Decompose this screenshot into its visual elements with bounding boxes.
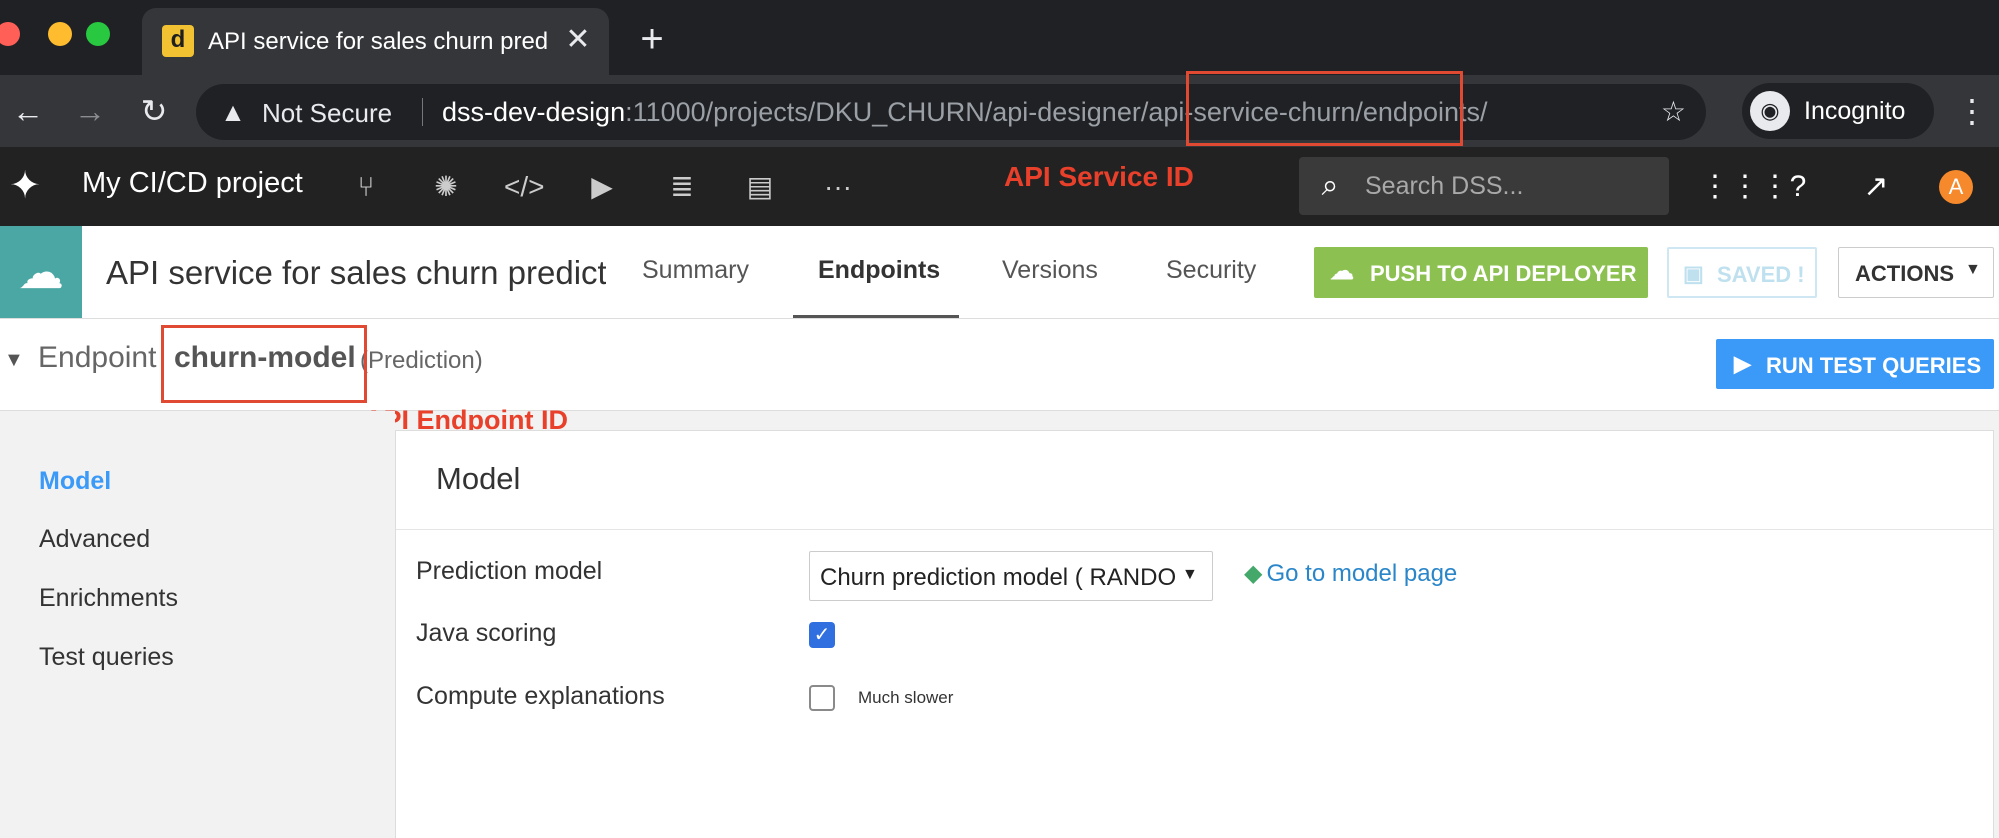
select-caret-icon: ▼ xyxy=(1182,566,1198,583)
code-icon[interactable]: </> xyxy=(504,167,544,207)
push-label: PUSH TO API DEPLOYER xyxy=(1370,261,1637,286)
panel-title: Model xyxy=(436,461,521,496)
url-host: dss-dev-design xyxy=(442,97,626,127)
annotation-service-id-box xyxy=(1186,71,1463,146)
saved-label: SAVED ! xyxy=(1717,262,1805,287)
browser-toolbar: ← → ↻ ▲ Not Secure dss-dev-design:11000/… xyxy=(0,75,1999,147)
tab-versions[interactable]: Versions xyxy=(1002,256,1098,285)
window-close-button[interactable] xyxy=(0,22,20,46)
side-menu-model[interactable]: Model xyxy=(39,467,111,496)
cloud-icon: ☁ xyxy=(18,246,64,298)
help-icon[interactable]: ? xyxy=(1778,167,1818,207)
play-icon: ▶ xyxy=(1734,351,1751,376)
tab-summary[interactable]: Summary xyxy=(642,256,749,285)
browser-tab[interactable]: d API service for sales churn prediction… xyxy=(142,8,609,75)
compute-explanations-hint: Much slower xyxy=(858,688,954,707)
search-input[interactable] xyxy=(1363,169,1653,203)
search-icon: ⌕ xyxy=(1321,169,1339,202)
incognito-label: Incognito xyxy=(1804,97,1906,125)
model-diamond-icon: ◆ xyxy=(1244,560,1263,587)
panel-divider xyxy=(396,529,1993,530)
endpoint-side-menu: Model Advanced Enrichments Test queries xyxy=(0,411,395,838)
forward-arrow-icon[interactable]: → xyxy=(70,91,110,131)
security-status[interactable]: Not Secure xyxy=(262,98,392,129)
collapse-caret-icon[interactable]: ▼ xyxy=(4,349,24,372)
run-test-queries-button[interactable]: ▶ RUN TEST QUERIES xyxy=(1716,339,1994,389)
prediction-model-select[interactable]: Churn prediction model ( RANDOM_FOREST )… xyxy=(809,551,1213,601)
go-to-model-label: Go to model page xyxy=(1266,560,1458,587)
model-panel: Model Prediction model Churn prediction … xyxy=(395,430,1994,838)
dataiku-bird-logo-icon[interactable]: ✦ xyxy=(0,163,50,209)
more-icon[interactable]: ··· xyxy=(818,167,858,207)
user-avatar[interactable]: A xyxy=(1939,170,1973,204)
incognito-icon: ◉ xyxy=(1750,91,1790,131)
new-tab-button[interactable]: + xyxy=(632,19,672,60)
cloud-upload-icon: ☁ xyxy=(1330,258,1354,285)
apps-grid-icon[interactable]: ⋮⋮⋮ xyxy=(1700,167,1790,207)
annotation-service-id-label: API Service ID xyxy=(1004,161,1194,192)
prediction-model-value: Churn prediction model ( RANDOM_FOREST ) xyxy=(820,564,1176,591)
side-menu-enrichments[interactable]: Enrichments xyxy=(39,584,178,613)
side-menu-test-queries[interactable]: Test queries xyxy=(39,643,174,672)
window-minimize-button[interactable] xyxy=(48,22,72,46)
address-bar[interactable]: ▲ Not Secure dss-dev-design:11000/projec… xyxy=(196,84,1706,140)
compute-explanations-label: Compute explanations xyxy=(416,682,665,710)
prediction-model-label: Prediction model xyxy=(416,557,603,585)
side-menu-advanced[interactable]: Advanced xyxy=(39,525,150,554)
omnibox-divider xyxy=(422,98,423,126)
push-to-api-deployer-button[interactable]: ☁ PUSH TO API DEPLOYER xyxy=(1314,247,1648,298)
warning-triangle-icon[interactable]: ▲ xyxy=(218,97,248,127)
go-to-model-page-link[interactable]: ◆ Go to model page xyxy=(1244,559,1457,588)
service-title: API service for sales churn prediction xyxy=(106,254,606,291)
compute-explanations-checkbox[interactable] xyxy=(809,685,835,711)
window-zoom-button[interactable] xyxy=(86,22,110,46)
dss-top-nav: ✦ My CI/CD project ⑂ ✺ </> ▶ ≣ ▤ ··· API… xyxy=(0,147,1999,226)
browser-menu-icon[interactable]: ⋮ xyxy=(1956,91,1988,131)
java-scoring-checkbox[interactable]: ✓ xyxy=(809,622,835,648)
lab-icon[interactable]: ✺ xyxy=(426,167,466,207)
dashboard-icon[interactable]: ▤ xyxy=(740,167,780,207)
actions-label: ACTIONS xyxy=(1855,261,1954,286)
active-tab-underline xyxy=(793,315,959,318)
activity-trend-icon[interactable]: ↗ xyxy=(1856,167,1896,207)
tab-title: API service for sales churn prediction xyxy=(208,28,548,55)
api-service-header: ☁ API service for sales churn prediction… xyxy=(0,226,1999,319)
reload-icon[interactable]: ↻ xyxy=(134,91,174,131)
search-box[interactable]: ⌕ xyxy=(1299,157,1669,215)
project-name[interactable]: My CI/CD project xyxy=(82,167,303,200)
flow-icon[interactable]: ⑂ xyxy=(346,167,386,207)
deploy-icon[interactable]: ≣ xyxy=(662,167,702,207)
tab-endpoints[interactable]: Endpoints xyxy=(818,256,940,285)
tab-close-icon[interactable]: ✕ xyxy=(562,24,594,56)
dss-favicon-icon: d xyxy=(162,25,194,57)
caret-down-icon: ▼ xyxy=(1965,261,1981,278)
run-icon[interactable]: ▶ xyxy=(582,167,622,207)
floppy-disk-icon: ▣ xyxy=(1683,261,1704,286)
back-arrow-icon[interactable]: ← xyxy=(8,91,48,131)
run-label: RUN TEST QUERIES xyxy=(1766,353,1982,378)
tab-security[interactable]: Security xyxy=(1166,256,1256,285)
java-scoring-label: Java scoring xyxy=(416,619,557,647)
endpoint-label: Endpoint xyxy=(38,341,157,374)
endpoint-type: (Prediction) xyxy=(360,347,483,374)
annotation-endpoint-id-box xyxy=(161,325,367,403)
incognito-badge[interactable]: ◉ Incognito xyxy=(1742,83,1934,139)
saved-button[interactable]: ▣ SAVED ! xyxy=(1667,247,1817,298)
browser-tab-strip: d API service for sales churn prediction… xyxy=(0,0,1999,75)
bookmark-star-icon[interactable]: ☆ xyxy=(1661,96,1686,128)
actions-dropdown-button[interactable]: ACTIONS ▼ xyxy=(1838,247,1994,298)
service-icon-box: ☁ xyxy=(0,226,82,318)
